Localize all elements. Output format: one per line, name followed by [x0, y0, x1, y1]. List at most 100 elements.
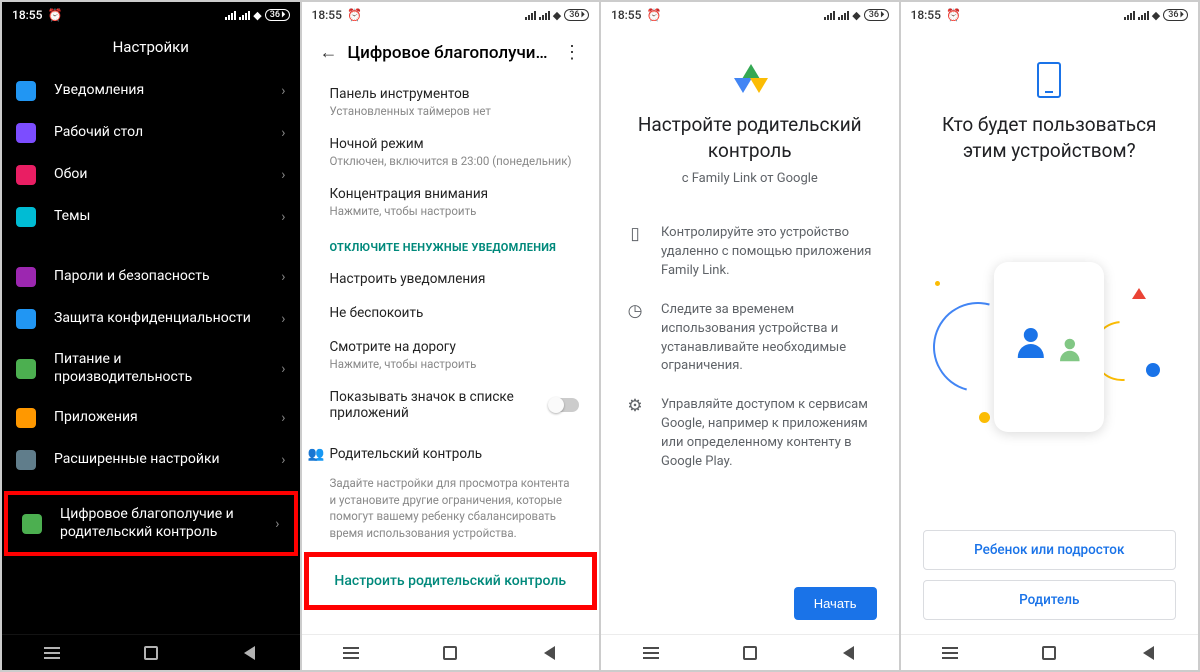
wellbeing-item-parental[interactable]: 👥Родительский контроль [302, 430, 600, 471]
wellbeing-item-heads-up[interactable]: Смотрите на дорогу Нажмите, чтобы настро… [302, 330, 600, 380]
navigation-bar [302, 634, 600, 670]
status-bar: 18:55 ⏰ ◆ 36⏵ [2, 2, 300, 28]
nav-home-button[interactable] [739, 646, 761, 660]
navigation-bar [601, 634, 899, 670]
nav-home-button[interactable] [439, 646, 461, 660]
settings-item-security[interactable]: Пароли и безопасность › [2, 256, 300, 298]
signal-icon [525, 11, 536, 20]
wellbeing-item-dnd[interactable]: Не беспокоить [302, 296, 600, 330]
nav-menu-button[interactable] [340, 646, 362, 660]
wellbeing-item-focus[interactable]: Концентрация внимания Нажмите, чтобы нас… [302, 177, 600, 227]
lock-icon [16, 267, 36, 287]
settings-list: Уведомления › Рабочий стол › Обои › Темы… [2, 70, 300, 634]
circle-blue-icon [1146, 363, 1160, 377]
signal-icon [824, 11, 835, 20]
apps-icon [16, 408, 36, 428]
nav-home-button[interactable] [1038, 646, 1060, 660]
wifi-icon: ◆ [852, 9, 860, 22]
battery-indicator: 36⏵ [564, 9, 589, 21]
chevron-right-icon: › [281, 452, 285, 468]
chevron-right-icon: › [281, 361, 285, 377]
signal-icon [225, 11, 236, 20]
family-icon: 👥 [308, 446, 328, 462]
wellbeing-item-night[interactable]: Ночной режим Отключен, включится в 23:00… [302, 127, 600, 177]
nav-back-button[interactable] [538, 646, 560, 660]
device-icon [1037, 62, 1061, 98]
wifi-icon: ◆ [253, 9, 261, 22]
settings-item-wallpaper[interactable]: Обои › [2, 154, 300, 196]
triangle-icon [1132, 288, 1146, 299]
wellbeing-item-show-icon[interactable]: Показывать значок в списке приложений [302, 380, 600, 430]
navigation-bar [2, 634, 300, 670]
wifi-icon: ◆ [1152, 9, 1160, 22]
heading: Настройте родительский контроль [623, 112, 877, 163]
nav-menu-button[interactable] [939, 646, 961, 660]
themes-icon [16, 207, 36, 227]
signal-icon-2 [539, 11, 550, 20]
parent-button[interactable]: Родитель [923, 580, 1177, 620]
feature-list: ▯ Контролируйте это устройство удаленно … [623, 214, 877, 481]
parental-description: Задайте настройки для просмотра контента… [302, 471, 600, 552]
alarm-icon: ⏰ [347, 8, 362, 22]
feature-time: ◷ Следите за временем использования устр… [623, 291, 877, 386]
settings-item-advanced[interactable]: Расширенные настройки › [2, 439, 300, 481]
clock-icon: ◷ [625, 301, 645, 376]
alarm-icon: ⏰ [47, 8, 62, 22]
chevron-right-icon: › [281, 311, 285, 327]
chevron-right-icon: › [281, 83, 285, 99]
status-time: 18:55 [312, 8, 342, 22]
person-green-icon [1060, 338, 1080, 361]
settings-item-wellbeing[interactable]: Цифровое благополучие и родительский кон… [8, 495, 294, 552]
wellbeing-item-dashboard[interactable]: Панель инструментов Установленных таймер… [302, 77, 600, 127]
settings-item-desktop[interactable]: Рабочий стол › [2, 112, 300, 154]
app-header: ← Цифровое благополучи… ⋮ [302, 28, 600, 77]
status-bar: 18:55 ⏰ ◆ 36⏵ [302, 2, 600, 28]
person-blue-icon [1018, 328, 1044, 358]
more-menu-button[interactable]: ⋮ [553, 36, 591, 69]
home-icon [16, 123, 36, 143]
status-time: 18:55 [611, 8, 641, 22]
nav-back-button[interactable] [239, 646, 261, 660]
nav-back-button[interactable] [838, 646, 860, 660]
wellbeing-item-notif-settings[interactable]: Настроить уведомления [302, 262, 600, 296]
chevron-right-icon: › [281, 410, 285, 426]
status-bar: 18:55 ⏰ ◆ 36⏵ [901, 2, 1199, 28]
settings-item-battery[interactable]: Питание и производительность › [2, 340, 300, 397]
nav-menu-button[interactable] [41, 646, 63, 660]
feature-remote: ▯ Контролируйте это устройство удаленно … [623, 214, 877, 291]
screen-settings: 18:55 ⏰ ◆ 36⏵ Настройки Уведомления › [2, 2, 300, 670]
nav-menu-button[interactable] [640, 646, 662, 660]
gear-icon: ⚙ [625, 396, 645, 471]
back-button[interactable]: ← [310, 36, 348, 69]
wallpaper-icon [16, 165, 36, 185]
settings-item-themes[interactable]: Темы › [2, 196, 300, 238]
child-button[interactable]: Ребенок или подросток [923, 530, 1177, 570]
settings-item-apps[interactable]: Приложения › [2, 397, 300, 439]
battery-indicator: 36⏵ [1163, 9, 1188, 21]
start-button[interactable]: Начать [794, 587, 877, 620]
signal-icon-2 [1138, 11, 1149, 20]
circle-yellow-icon [979, 412, 990, 423]
illustration [923, 183, 1177, 510]
settings-item-privacy[interactable]: Защита конфиденциальности › [2, 298, 300, 340]
toggle-switch[interactable] [549, 398, 579, 412]
signal-icon [1124, 11, 1135, 20]
phone-icon: ▯ [625, 224, 645, 281]
page-title: Цифровое благополучи… [348, 43, 554, 63]
nav-home-button[interactable] [140, 646, 162, 660]
status-time: 18:55 [911, 8, 941, 22]
chevron-right-icon: › [281, 209, 285, 225]
chevron-right-icon: › [281, 269, 285, 285]
settings-item-notifications[interactable]: Уведомления › [2, 70, 300, 112]
family-link-logo-icon [732, 62, 768, 98]
setup-parental-control-button[interactable]: Настроить родительский контроль [309, 557, 593, 605]
chevron-right-icon: › [275, 516, 279, 532]
screen-who-uses: 18:55 ⏰ ◆ 36⏵ Кто будет пользоваться эти… [901, 2, 1199, 670]
signal-icon-2 [239, 11, 250, 20]
wifi-icon: ◆ [553, 9, 561, 22]
nav-back-button[interactable] [1137, 646, 1159, 660]
battery-indicator: 36⏵ [864, 9, 889, 21]
highlight-box: Цифровое благополучие и родительский кон… [4, 491, 298, 556]
alarm-icon: ⏰ [646, 8, 661, 22]
subheading: с Family Link от Google [623, 171, 877, 186]
